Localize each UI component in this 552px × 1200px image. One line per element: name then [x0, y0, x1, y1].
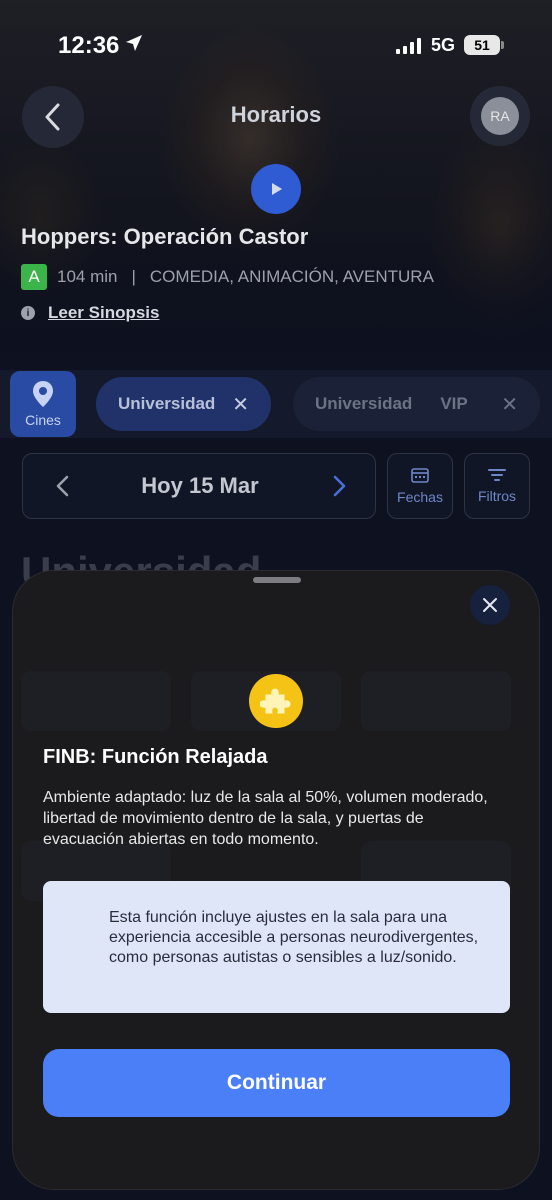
accessibility-info-sheet: FINB: Función Relajada Ambiente adaptado… — [12, 570, 540, 1190]
battery-level: 51 — [464, 35, 500, 55]
info-icon: i — [21, 306, 35, 320]
cinema-chip-label: Universidad — [118, 394, 216, 413]
remove-chip-icon[interactable]: ✕ — [232, 392, 249, 417]
avatar: RA — [481, 97, 519, 135]
movie-genres: COMEDIA, ANIMACIÓN, AVENTURA — [149, 267, 434, 286]
network-type: 5G — [431, 35, 456, 55]
signal-icon — [396, 38, 421, 54]
sheet-grabber[interactable] — [253, 577, 301, 583]
cinema-chip-universidad-vip[interactable]: Universidad VIP ✕ — [293, 377, 540, 431]
movie-duration: 104 min — [57, 267, 118, 286]
rating-badge: A — [21, 264, 47, 290]
profile-button[interactable]: RA — [470, 86, 530, 146]
filtros-label: Filtros — [477, 488, 517, 504]
movie-title: Hoppers: Operación Castor — [21, 224, 309, 249]
calendar-icon — [411, 468, 429, 483]
accessibility-note: Esta función incluye ajustes en la sala … — [43, 881, 510, 1013]
filter-icon — [488, 469, 506, 481]
date-navigator: Hoy 15 Mar — [22, 453, 376, 519]
close-icon — [483, 598, 497, 612]
cinema-chip-suffix: VIP — [440, 394, 468, 413]
location-arrow-icon — [126, 35, 142, 51]
cines-button[interactable]: Cines — [10, 371, 76, 437]
accessibility-note-text: Esta función incluye ajustes en la sala … — [109, 909, 479, 966]
chevron-right-icon[interactable] — [327, 474, 351, 498]
puzzle-piece-icon — [249, 674, 303, 728]
close-button[interactable] — [470, 585, 510, 625]
current-date: Hoy 15 Mar — [141, 473, 259, 498]
sheet-title: FINB: Función Relajada — [43, 746, 268, 768]
status-time: 12:36 — [58, 32, 120, 59]
battery-icon: 51 — [464, 35, 504, 55]
continue-button[interactable]: Continuar — [43, 1049, 510, 1117]
status-bar: 12:36 5G 51 — [0, 0, 552, 90]
movie-meta: A 104 min | COMEDIA, ANIMACIÓN, AVENTURA — [21, 264, 434, 290]
filtros-button[interactable]: Filtros — [464, 453, 530, 519]
remove-chip-icon[interactable]: ✕ — [501, 392, 518, 417]
meta-separator: | — [131, 267, 136, 286]
play-icon — [272, 183, 282, 195]
fechas-button[interactable]: Fechas — [387, 453, 453, 519]
sheet-description: Ambiente adaptado: luz de la sala al 50%… — [43, 789, 488, 848]
cinema-chip-label: Universidad — [315, 394, 413, 413]
fechas-label: Fechas — [397, 489, 443, 505]
cinema-chip-universidad[interactable]: Universidad ✕ — [96, 377, 271, 431]
read-synopsis-link[interactable]: i Leer Sinopsis — [21, 303, 159, 323]
map-pin-icon — [33, 381, 53, 407]
play-trailer-button[interactable] — [251, 164, 301, 214]
synopsis-label: Leer Sinopsis — [48, 303, 160, 322]
cines-label: Cines — [25, 412, 61, 428]
